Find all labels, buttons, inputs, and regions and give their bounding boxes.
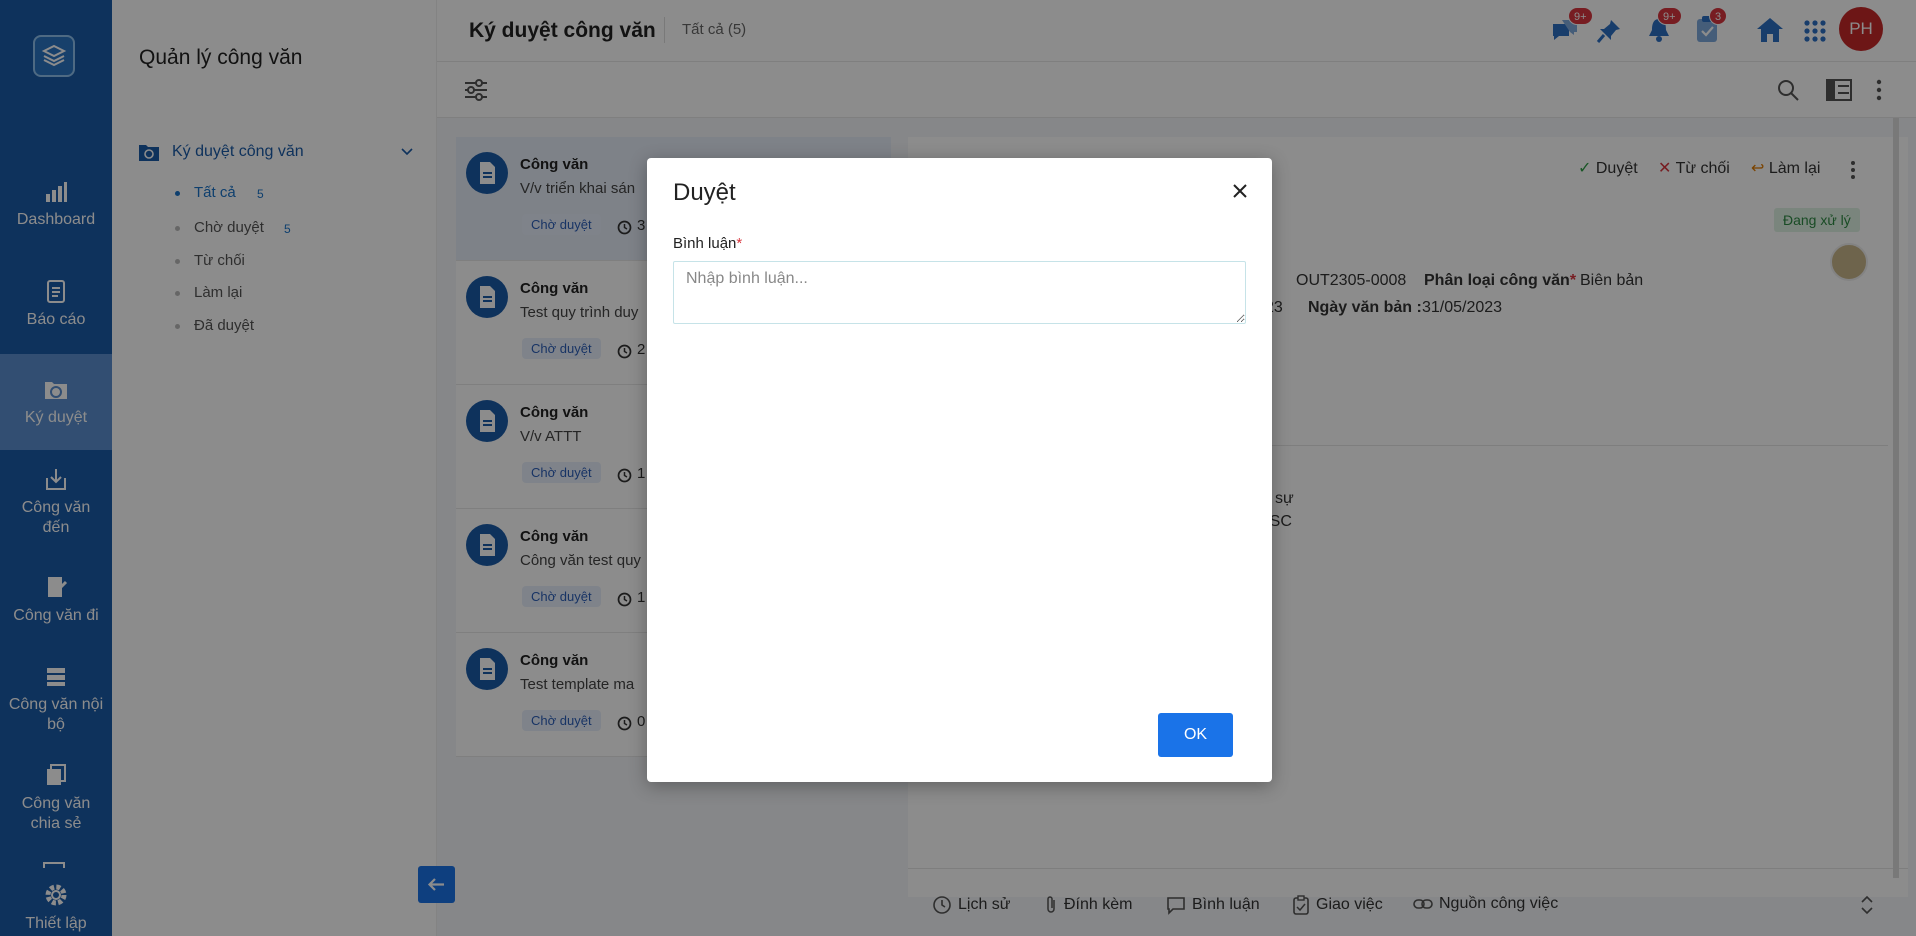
ok-button[interactable]: OK	[1158, 713, 1233, 757]
close-icon[interactable]	[1231, 182, 1249, 200]
comment-label-text: Bình luận	[673, 235, 737, 252]
comment-label: Bình luận*	[673, 235, 742, 252]
comment-textarea[interactable]	[673, 261, 1246, 324]
dialog-title: Duyệt	[673, 179, 736, 206]
required-mark: *	[736, 235, 743, 252]
approve-dialog: Duyệt Bình luận* OK	[647, 158, 1272, 782]
